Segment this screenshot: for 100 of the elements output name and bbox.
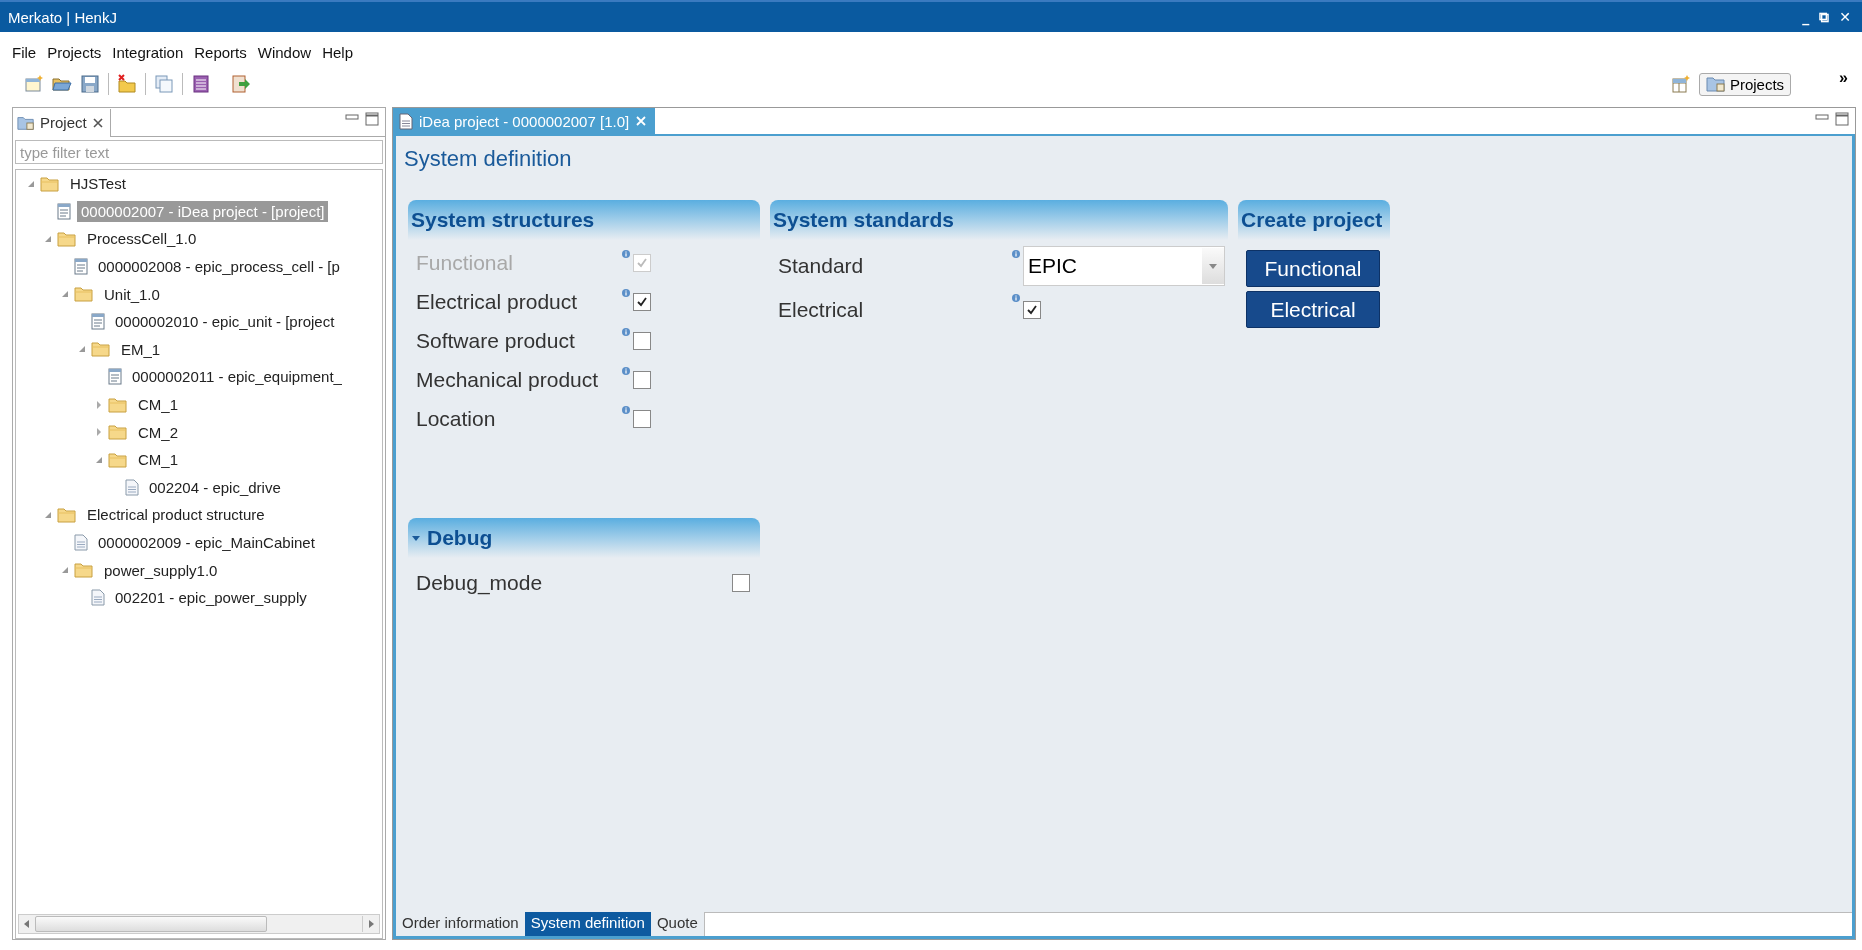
folder-icon xyxy=(108,451,128,468)
info-icon[interactable] xyxy=(1012,294,1020,302)
folder-icon xyxy=(74,562,94,579)
maximize-icon[interactable] xyxy=(365,112,379,126)
folder-icon xyxy=(108,424,128,441)
tree-item[interactable]: Electrical product structure xyxy=(83,504,269,526)
checkbox[interactable] xyxy=(732,574,750,592)
dropdown-arrow-icon[interactable] xyxy=(1209,263,1217,269)
document-icon xyxy=(74,258,88,276)
checkbox[interactable] xyxy=(633,410,651,428)
checkbox[interactable] xyxy=(633,293,651,311)
info-icon[interactable] xyxy=(622,289,630,297)
expanded-icon[interactable] xyxy=(78,345,86,354)
standard-dropdown[interactable]: EPIC xyxy=(1023,246,1225,286)
tree-item[interactable]: 002204 - epic_drive xyxy=(145,476,285,498)
delete-folder-icon[interactable] xyxy=(117,74,137,94)
window-control[interactable]: ✕ xyxy=(1836,8,1854,26)
tree-item[interactable]: 0000002010 - epic_unit - [project xyxy=(111,311,339,333)
tree-item[interactable]: EM_1 xyxy=(117,338,165,360)
window-title: Merkato | HenkJ xyxy=(8,8,117,26)
folder-icon xyxy=(40,175,60,192)
menu-item[interactable]: Window xyxy=(257,44,312,61)
page-tab[interactable]: System definition xyxy=(524,912,651,936)
menu-item[interactable]: Reports xyxy=(194,44,247,61)
page-heading: System definition xyxy=(403,145,573,173)
field-label: Electrical product xyxy=(416,290,579,314)
checkbox[interactable] xyxy=(1023,301,1041,319)
open-perspective-icon[interactable] xyxy=(1670,74,1691,94)
file-icon xyxy=(74,534,88,551)
perspective-button[interactable]: Projects xyxy=(1698,72,1792,96)
folder-icon xyxy=(17,114,35,131)
tree-item[interactable]: 002201 - epic_power_supply xyxy=(111,587,311,609)
page-tab[interactable]: Order information xyxy=(396,912,525,936)
section-header: System structures xyxy=(408,200,760,240)
info-icon[interactable] xyxy=(622,328,630,336)
export-icon[interactable] xyxy=(231,74,251,94)
field-label: Location xyxy=(416,407,497,431)
section-header: System standards xyxy=(770,200,1228,240)
field-label: Software product xyxy=(416,329,576,353)
expanded-icon[interactable] xyxy=(44,510,52,519)
field-label: Electrical xyxy=(778,298,865,322)
minimize-icon[interactable] xyxy=(345,112,359,122)
document-icon xyxy=(57,202,71,220)
tree-item[interactable]: Unit_1.0 xyxy=(100,283,164,305)
more-toolbar-button[interactable]: » xyxy=(1839,69,1848,87)
page-tab[interactable]: Quote xyxy=(650,912,704,936)
new-project-icon[interactable] xyxy=(24,74,44,94)
expanded-icon[interactable] xyxy=(44,235,52,243)
checkbox[interactable] xyxy=(633,332,651,350)
tree-item[interactable]: HJSTest xyxy=(66,173,130,195)
info-icon[interactable] xyxy=(622,406,630,414)
window-control[interactable]: ⧉ xyxy=(1816,8,1833,26)
folder-icon xyxy=(74,286,94,303)
collapsed-icon[interactable] xyxy=(95,400,103,409)
file-icon xyxy=(125,478,139,496)
tree-item[interactable]: 0000002008 - epic_process_cell - [p xyxy=(94,256,344,278)
tree-item[interactable]: CM_1 xyxy=(134,394,182,416)
check-icon xyxy=(636,296,648,308)
tree-item[interactable]: power_supply1.0 xyxy=(100,559,222,581)
info-icon[interactable] xyxy=(1012,250,1020,258)
create-button[interactable]: Functional xyxy=(1246,250,1380,287)
folder-icon xyxy=(57,506,77,523)
menu-item[interactable]: Integration xyxy=(112,44,184,61)
minimize-icon[interactable] xyxy=(1815,112,1829,122)
folder-icon xyxy=(108,396,128,413)
menu-item[interactable]: Projects xyxy=(47,44,102,61)
info-icon[interactable] xyxy=(622,250,630,258)
field-label: Mechanical product xyxy=(416,368,600,392)
section-header: Create project xyxy=(1238,200,1390,240)
view-tab[interactable]: Project xyxy=(13,108,111,137)
tree-item[interactable]: ProcessCell_1.0 xyxy=(83,228,201,250)
filter-field[interactable]: type filter text xyxy=(15,140,383,164)
close-icon[interactable] xyxy=(91,116,104,129)
maximize-icon[interactable] xyxy=(1835,112,1849,126)
tree-item[interactable]: CM_2 xyxy=(134,421,182,443)
folder-icon xyxy=(91,341,111,358)
checkbox[interactable] xyxy=(633,371,651,389)
tree-item[interactable]: 0000002009 - epic_MainCabinet xyxy=(94,532,319,553)
menu-item[interactable]: File xyxy=(12,44,37,61)
info-icon[interactable] xyxy=(622,367,630,375)
tree-item[interactable]: 0000002011 - epic_equipment_ xyxy=(128,366,346,388)
horizontal-scrollbar[interactable] xyxy=(18,914,380,934)
check-icon xyxy=(1026,304,1038,316)
copy-icon[interactable] xyxy=(154,74,174,94)
section-header[interactable]: Debug xyxy=(408,518,760,558)
expanded-icon[interactable] xyxy=(411,533,421,543)
window-control[interactable]: _ xyxy=(1799,8,1813,26)
expanded-icon[interactable] xyxy=(27,179,35,188)
save-icon[interactable] xyxy=(80,74,100,94)
expanded-icon[interactable] xyxy=(61,566,69,575)
expanded-icon[interactable] xyxy=(95,455,103,464)
file-icon xyxy=(91,589,105,607)
list-icon[interactable] xyxy=(191,74,211,94)
expanded-icon[interactable] xyxy=(61,290,69,299)
menu-item[interactable]: Help xyxy=(322,44,353,61)
tree-item[interactable]: CM_1 xyxy=(134,449,182,471)
create-button[interactable]: Electrical xyxy=(1246,291,1380,328)
document-icon xyxy=(399,112,413,130)
check-icon xyxy=(636,257,648,269)
collapsed-icon[interactable] xyxy=(95,428,103,437)
